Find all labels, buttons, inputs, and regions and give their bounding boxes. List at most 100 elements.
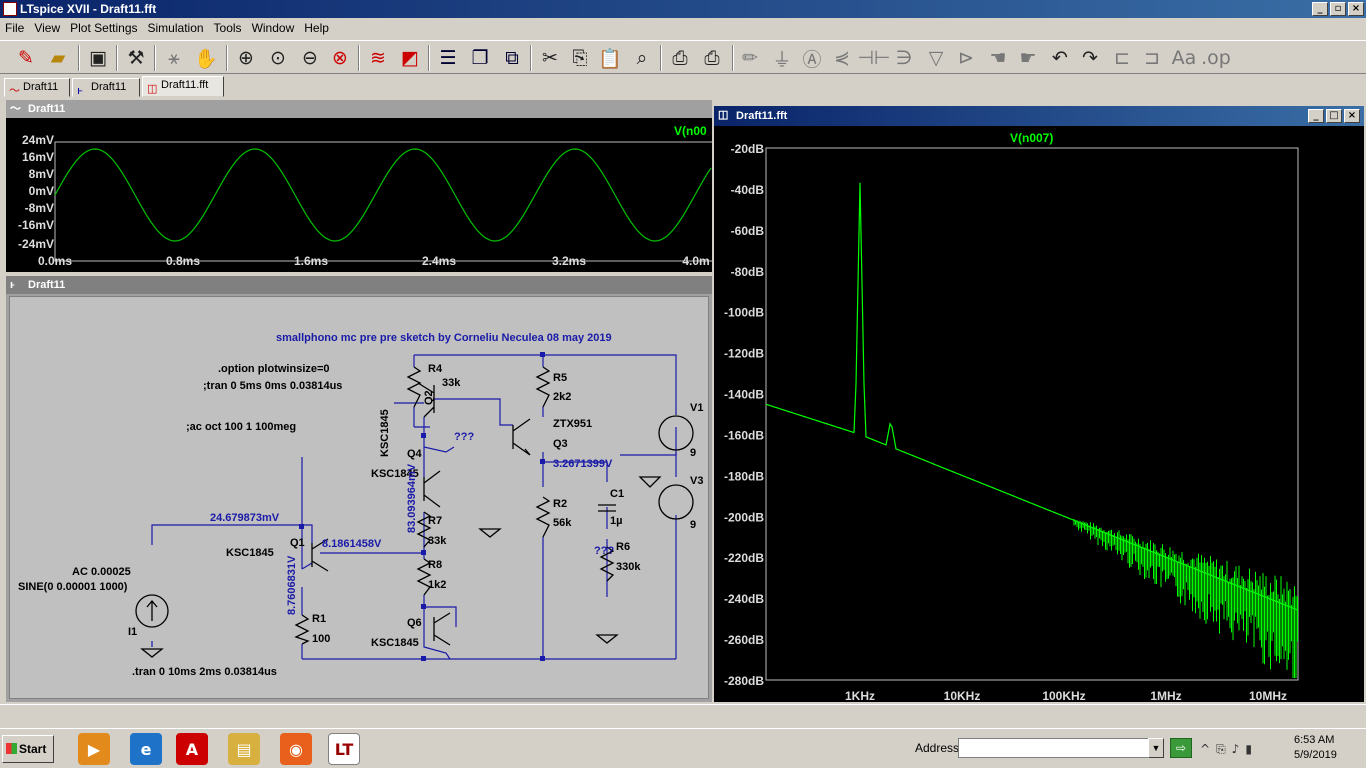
redo-icon[interactable]: ↷ [1076,44,1104,72]
menu-file[interactable]: File [0,21,29,35]
ltspice-app-icon[interactable] [3,2,17,16]
r6-label[interactable]: R6 [616,541,630,553]
r8-label[interactable]: R8 [428,559,442,571]
text-icon[interactable]: Aa [1170,44,1198,72]
q2-model[interactable]: KSC1845 [379,409,391,457]
node-voltage-label[interactable]: 3.2671399V [553,458,612,470]
move-icon[interactable]: ☚ [984,44,1012,72]
control-panel-icon[interactable]: ⚒ [122,44,150,72]
close-button[interactable]: × [1348,2,1364,16]
start-button[interactable]: Start [2,735,54,763]
tab-draft11-schematic[interactable]: ⱶ Draft11 [72,78,140,97]
acrobat-icon[interactable]: A [176,733,208,765]
undo-icon[interactable]: ↶ [1046,44,1074,72]
tab-draft11-waveform[interactable]: 〜 Draft11 [4,78,70,97]
r4-value[interactable]: 33k [442,377,460,389]
menu-plot-settings[interactable]: Plot Settings [65,21,142,35]
waveform-window-title[interactable]: 〜 Draft11 [6,100,712,118]
schematic-canvas[interactable]: smallphono mc pre pre sketch by Corneliu… [9,296,709,699]
r7-label[interactable]: R7 [428,515,442,527]
address-input[interactable] [958,738,1154,758]
source-sine-value[interactable]: SINE(0 0.00001 1000) [18,581,127,593]
schematic-header-comment[interactable]: smallphono mc pre pre sketch by Corneliu… [276,332,612,344]
node-voltage-label[interactable]: 83.093964mV [406,464,418,533]
save-icon[interactable]: ▣ [84,44,112,72]
node-voltage-label[interactable]: 24.679873mV [210,512,279,524]
r4-label[interactable]: R4 [428,363,442,375]
volume-icon[interactable]: ♪ [1232,742,1240,756]
network-icon[interactable]: ⎘ [1216,742,1226,757]
waveform-settings-icon[interactable]: ◩ [396,44,424,72]
copy-icon[interactable]: ⎘ [566,44,594,72]
node-voltage-label[interactable]: 8.7606831V [286,556,298,615]
q3-model[interactable]: ZTX951 [553,418,592,430]
r6-value[interactable]: 330k [616,561,640,573]
fft-close-button[interactable]: × [1344,109,1360,123]
rotate-icon[interactable]: ⊏ [1108,44,1136,72]
halt-icon[interactable]: ✋ [192,44,220,72]
diode-icon[interactable]: ▽ [922,44,950,72]
print-icon[interactable]: ⎙ [698,44,726,72]
zoom-fit-icon[interactable]: ⊗ [326,44,354,72]
v3-value[interactable]: 9 [690,519,696,531]
directive-tran-commented[interactable]: ;tran 0 5ms 0ms 0.03814us [203,380,342,392]
q6-label[interactable]: Q6 [407,617,422,629]
q1-model[interactable]: KSC1845 [226,547,274,559]
fft-minimize-button[interactable]: _ [1308,109,1324,123]
r2-label[interactable]: R2 [553,498,567,510]
paste-icon[interactable]: 📋 [596,44,624,72]
r5-label[interactable]: R5 [553,372,567,384]
tile-vertical-icon[interactable]: ⧉ [498,44,526,72]
wire-icon[interactable]: ✏ [736,44,764,72]
fft-trace-label[interactable]: V(n007) [1010,131,1053,145]
directive-tran[interactable]: .tran 0 10ms 2ms 0.03814us [132,666,277,678]
spice-directive-icon[interactable]: .op [1201,44,1231,72]
firefox-icon[interactable]: ◉ [280,733,312,765]
ground-icon[interactable]: ⏚ [768,44,796,72]
signal-icon[interactable]: ▮ [1245,742,1252,756]
open-icon[interactable]: ▰ [44,44,72,72]
r8-value[interactable]: 1k2 [428,579,446,591]
source-ac-value[interactable]: AC 0.00025 [72,566,131,578]
waveform-plot[interactable]: V(n00 24mV 16mV 8mV 0mV -8mV -16mV -24mV… [6,118,712,272]
address-dropdown-icon[interactable]: ▼ [1148,738,1164,758]
go-button[interactable]: ⇨ [1170,738,1192,758]
file-explorer-icon[interactable]: ▤ [228,733,260,765]
inductor-icon[interactable]: ∋ [890,44,918,72]
drag-icon[interactable]: ☛ [1014,44,1042,72]
q3-label[interactable]: Q3 [553,438,568,450]
tab-draft11-fft[interactable]: ◫ Draft11.fft [142,76,224,97]
menu-window[interactable]: Window [247,21,300,35]
minimize-button[interactable]: _ [1312,2,1328,16]
menu-tools[interactable]: Tools [209,21,247,35]
c1-label[interactable]: C1 [610,488,624,500]
q2-label[interactable]: Q2 [423,390,435,405]
new-schematic-icon[interactable]: ✎ [12,44,40,72]
c1-value[interactable]: 1µ [610,515,622,527]
zoom-in-icon[interactable]: ⊕ [232,44,260,72]
tile-horizontal-icon[interactable]: ☰ [434,44,462,72]
q1-label[interactable]: Q1 [290,537,305,549]
fft-window-title[interactable]: ◫ Draft11.fft _ □ × [714,106,1364,126]
directive-ac-commented[interactable]: ;ac oct 100 1 100meg [186,421,296,433]
schematic-wires[interactable] [10,297,710,700]
internet-explorer-icon[interactable]: e [130,733,162,765]
find-icon[interactable]: ⌕ [628,44,656,72]
directive-option[interactable]: .option plotwinsize=0 [218,363,330,375]
fft-plot[interactable]: V(n007) -20dB -40dB -60dB -80dB -100dB -120dB… [714,126,1364,702]
menu-help[interactable]: Help [299,21,334,35]
cut-icon[interactable]: ✂ [536,44,564,72]
media-player-icon[interactable]: ▶ [78,733,110,765]
chevron-up-icon[interactable]: ^ [1200,742,1210,756]
menu-view[interactable]: View [29,21,65,35]
r1-label[interactable]: R1 [312,613,326,625]
node-voltage-label[interactable]: 8.1861458V [322,538,381,550]
cascade-icon[interactable]: ❐ [466,44,494,72]
unknown-value-label[interactable]: ??? [594,545,614,557]
source-i1-label[interactable]: I1 [128,626,137,638]
clock-time[interactable]: 6:53 AM [1294,734,1334,746]
resistor-icon[interactable]: ⊳ [952,44,980,72]
r2-value[interactable]: 56k [553,517,571,529]
v1-label[interactable]: V1 [690,402,703,414]
autorange-icon[interactable]: ≋ [364,44,392,72]
